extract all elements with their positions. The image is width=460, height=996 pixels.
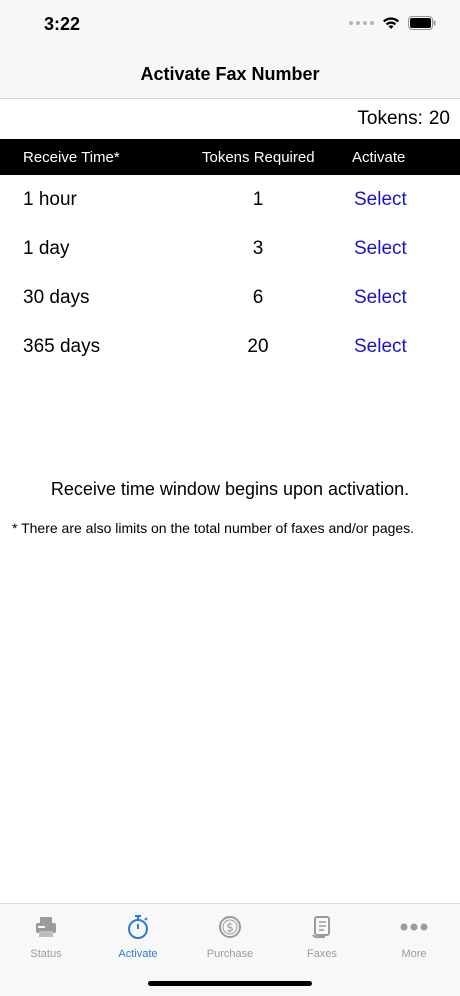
- activation-note: Receive time window begins upon activati…: [50, 479, 410, 499]
- tab-label: Status: [30, 948, 62, 960]
- tab-label: Faxes: [307, 948, 337, 960]
- select-button[interactable]: Select: [354, 336, 407, 358]
- tab-status[interactable]: Status: [0, 914, 92, 960]
- table-header: Receive Time* Tokens Required Activate: [0, 139, 460, 175]
- receive-time-cell: 1 hour: [23, 189, 77, 210]
- document-scroll-icon: [276, 914, 368, 940]
- status-bar: 3:22: [0, 0, 460, 50]
- table-row: 1 hour 1 Select: [0, 175, 460, 224]
- header-tokens-required: Tokens Required: [202, 149, 315, 166]
- tab-label: More: [401, 948, 427, 960]
- tokens-label: Tokens:: [357, 108, 423, 129]
- tokens-value: 20: [428, 108, 450, 129]
- svg-text:$: $: [226, 921, 234, 935]
- tab-label: Purchase: [206, 948, 254, 960]
- select-button[interactable]: Select: [354, 189, 407, 211]
- tokens-required-cell: 1: [252, 189, 264, 210]
- tokens-balance: Tokens: 20: [351, 108, 450, 130]
- dollar-coin-icon: $: [184, 914, 276, 940]
- activation-options-list: 1 hour 1 Select 1 day 3 Select 30 days 6…: [0, 175, 460, 371]
- receive-time-cell: 1 day: [23, 238, 70, 259]
- tab-label: Activate: [118, 948, 158, 960]
- more-dots-icon: [368, 914, 460, 940]
- page-title: Activate Fax Number: [140, 64, 320, 84]
- table-row: 1 day 3 Select: [0, 224, 460, 273]
- cellular-signal-icon: [349, 21, 374, 25]
- tab-more[interactable]: More: [368, 914, 460, 960]
- tab-activate[interactable]: Activate: [92, 914, 184, 960]
- status-icons: [349, 16, 436, 30]
- table-row: 365 days 20 Select: [0, 322, 460, 371]
- battery-icon: [408, 16, 436, 30]
- receive-time-cell: 30 days: [23, 287, 90, 308]
- select-button[interactable]: Select: [354, 238, 407, 260]
- wifi-icon: [383, 17, 399, 29]
- tokens-required-cell: 6: [252, 287, 264, 308]
- stopwatch-icon: [92, 914, 184, 940]
- tab-purchase[interactable]: $ Purchase: [184, 914, 276, 960]
- table-row: 30 days 6 Select: [0, 273, 460, 322]
- receive-time-cell: 365 days: [23, 336, 101, 357]
- tokens-required-cell: 20: [247, 336, 269, 357]
- status-time: 3:22: [44, 14, 81, 34]
- navigation-bar: Activate Fax Number: [0, 50, 460, 99]
- header-activate: Activate: [352, 149, 406, 166]
- home-indicator: [148, 981, 312, 986]
- limits-footnote: * There are also limits on the total num…: [12, 520, 415, 536]
- select-button[interactable]: Select: [354, 287, 407, 309]
- tab-faxes[interactable]: Faxes: [276, 914, 368, 960]
- tokens-required-cell: 3: [252, 238, 264, 259]
- header-receive-time: Receive Time*: [23, 149, 120, 166]
- fax-machine-icon: [0, 914, 92, 940]
